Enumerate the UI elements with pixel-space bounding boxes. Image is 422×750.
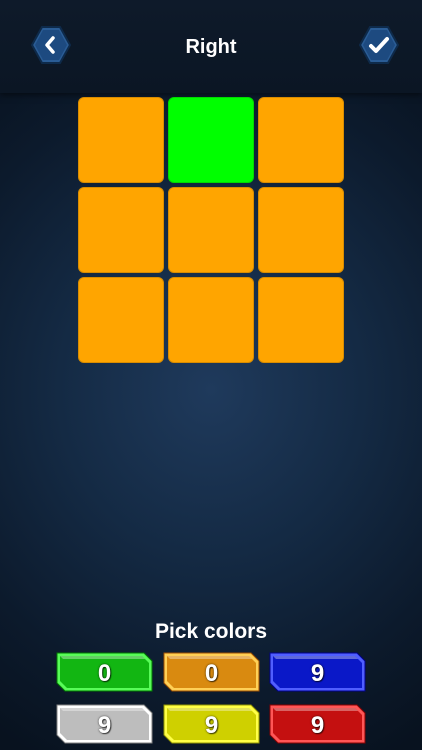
cube-face-grid [78, 97, 344, 363]
cube-cell-2[interactable] [168, 97, 254, 183]
cube-cell-3[interactable] [258, 97, 344, 183]
color-count-orange: 0 [204, 660, 219, 687]
color-count-yellow: 9 [204, 712, 219, 739]
color-button-orange[interactable]: 0 [163, 652, 260, 692]
color-palette: 0 0 9 9 9 9 [56, 652, 368, 746]
confirm-button[interactable] [358, 25, 400, 65]
color-button-green[interactable]: 0 [56, 652, 153, 692]
cube-cell-8[interactable] [168, 277, 254, 363]
pick-colors-title: Pick colors [154, 620, 268, 643]
color-button-yellow[interactable]: 9 [163, 704, 260, 744]
top-bar: Right [0, 0, 422, 93]
color-count-green: 0 [97, 660, 112, 687]
cube-cell-1[interactable] [78, 97, 164, 183]
cube-cell-7[interactable] [78, 277, 164, 363]
checkmark-icon [358, 26, 400, 64]
color-count-white: 9 [97, 712, 112, 739]
color-count-red: 9 [310, 712, 325, 739]
color-button-red[interactable]: 9 [269, 704, 366, 744]
cube-cell-4[interactable] [78, 187, 164, 273]
cube-cell-9[interactable] [258, 277, 344, 363]
color-button-white[interactable]: 9 [56, 704, 153, 744]
color-button-blue[interactable]: 9 [269, 652, 366, 692]
color-count-blue: 9 [310, 660, 325, 687]
cube-cell-5[interactable] [168, 187, 254, 273]
cube-cell-6[interactable] [258, 187, 344, 273]
